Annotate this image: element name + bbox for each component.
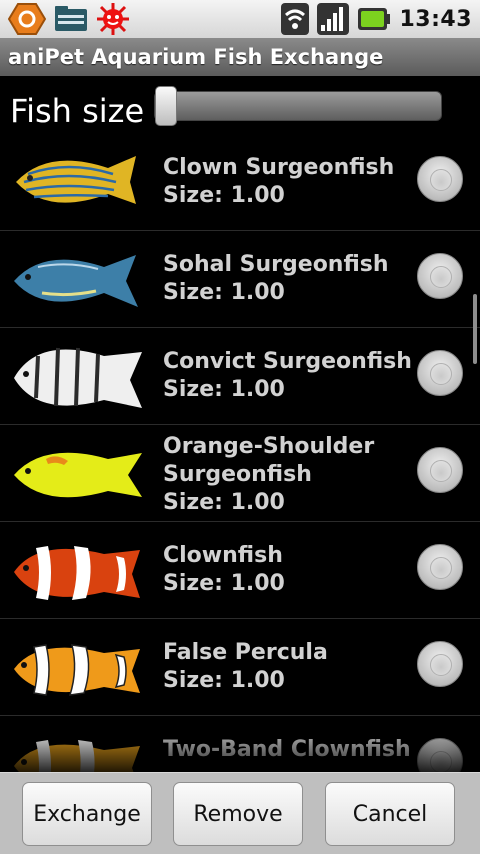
status-bar: 13:43 — [0, 0, 480, 38]
folder-notification-icon — [55, 6, 87, 31]
two-band-clownfish-image — [14, 740, 140, 772]
select-radio[interactable] — [417, 738, 463, 772]
list-item[interactable]: Clown Surgeonfish Size: 1.00 — [0, 134, 480, 231]
app-title: aniPet Aquarium Fish Exchange — [8, 45, 384, 69]
fish-name: Two-Band Clownfish — [163, 737, 411, 762]
select-radio[interactable] — [417, 350, 463, 396]
convict-surgeonfish-image — [14, 347, 142, 408]
list-item[interactable]: Convict Surgeonfish Size: 1.00 — [0, 328, 480, 425]
fish-size: Size: 1.00 — [163, 280, 285, 305]
list-item[interactable]: Orange-Shoulder Surgeonfish Size: 1.00 — [0, 425, 480, 522]
fish-name: Convict Surgeonfish — [163, 349, 412, 374]
fish-size: Size: 1.00 — [163, 183, 285, 208]
fish-name: Clown Surgeonfish — [163, 155, 395, 180]
signal-icon — [317, 3, 350, 35]
app-badge-icon — [8, 3, 46, 35]
list-item[interactable]: False Percula Size: 1.00 — [0, 619, 480, 716]
wifi-icon — [281, 3, 310, 35]
battery-icon — [358, 8, 391, 30]
fish-name: False Percula — [163, 640, 328, 665]
clock: 13:43 — [399, 6, 472, 32]
title-bar: aniPet Aquarium Fish Exchange — [0, 38, 480, 76]
select-radio[interactable] — [417, 253, 463, 299]
fish-list[interactable]: Clown Surgeonfish Size: 1.00 Sohal Surge… — [0, 134, 480, 772]
fish-size: Size: 1.00 — [163, 571, 285, 596]
select-radio[interactable] — [417, 447, 463, 493]
button-bar: Exchange Remove Cancel — [0, 772, 480, 854]
false-percula-image — [14, 644, 140, 696]
select-radio[interactable] — [417, 641, 463, 687]
list-item[interactable]: Two-Band Clownfish — [0, 716, 480, 772]
list-item[interactable]: Sohal Surgeonfish Size: 1.00 — [0, 231, 480, 328]
fish-size: Size: 1.00 — [163, 668, 285, 693]
fish-name: Orange-Shoulder Surgeonfish — [163, 434, 375, 487]
fish-size: Size: 1.00 — [163, 490, 285, 515]
fish-size: Size: 1.00 — [163, 377, 285, 402]
fish-size-slider[interactable] — [154, 91, 442, 121]
fish-name: Sohal Surgeonfish — [163, 252, 389, 277]
remove-button[interactable]: Remove — [173, 782, 303, 846]
clownfish-image — [14, 546, 140, 600]
exchange-button[interactable]: Exchange — [22, 782, 152, 846]
sohal-surgeonfish-image — [14, 255, 138, 307]
orange-shoulder-surgeonfish-image — [14, 452, 142, 498]
list-item[interactable]: Clownfish Size: 1.00 — [0, 522, 480, 619]
clown-surgeonfish-image — [16, 156, 136, 204]
cancel-button[interactable]: Cancel — [325, 782, 455, 846]
list-scrollbar[interactable] — [473, 294, 477, 364]
fish-size-label: Fish size — [10, 92, 145, 130]
fish-name: Clownfish — [163, 543, 283, 568]
fish-size-slider-thumb[interactable] — [155, 86, 177, 126]
select-radio[interactable] — [417, 544, 463, 590]
select-radio[interactable] — [417, 156, 463, 202]
bug-sun-icon — [97, 3, 129, 35]
